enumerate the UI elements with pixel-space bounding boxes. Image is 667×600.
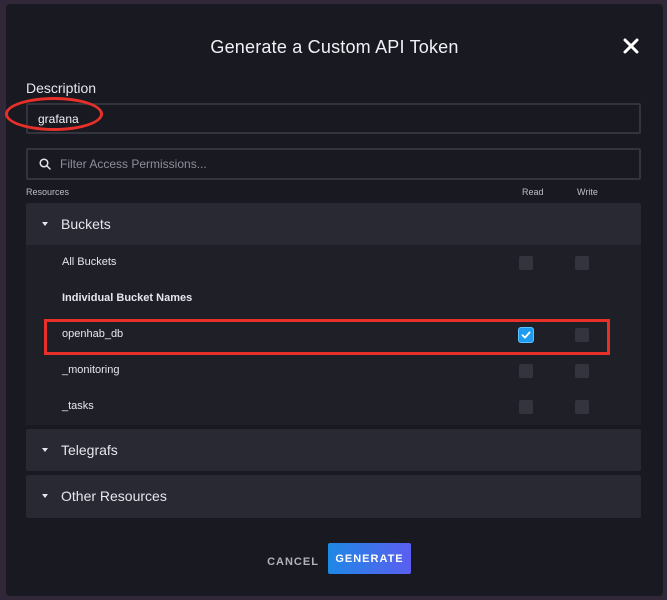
- bucket-row-label: All Buckets: [62, 256, 117, 268]
- individual-bucket-names-header: Individual Bucket Names: [26, 281, 641, 317]
- individual-bucket-names-label: Individual Bucket Names: [62, 292, 193, 304]
- buckets-section: Buckets All Buckets Individual Bucket Na…: [26, 203, 641, 425]
- description-label: Description: [26, 80, 97, 96]
- generate-token-dialog: Generate a Custom API Token Description …: [6, 4, 663, 596]
- write-checkbox[interactable]: [575, 364, 589, 378]
- read-column-header: Read: [522, 187, 544, 197]
- buckets-section-toggle[interactable]: Buckets: [26, 203, 641, 245]
- write-checkbox[interactable]: [575, 328, 589, 342]
- telegrafs-section: Telegrafs: [26, 429, 641, 471]
- generate-button[interactable]: GENERATE: [328, 543, 411, 574]
- description-input[interactable]: [26, 103, 641, 134]
- bucket-row-all-buckets: All Buckets: [26, 245, 641, 281]
- close-button[interactable]: [620, 35, 642, 57]
- bucket-row-openhab-db: openhab_db: [26, 317, 641, 353]
- bucket-row-tasks: _tasks: [26, 389, 641, 425]
- read-checkbox[interactable]: [519, 256, 533, 270]
- write-column-header: Write: [577, 187, 598, 197]
- close-icon: [623, 38, 639, 54]
- bucket-row-label: _tasks: [62, 400, 94, 412]
- other-resources-section-title: Other Resources: [61, 488, 167, 504]
- caret-down-icon: [42, 448, 48, 452]
- filter-permissions-input[interactable]: [60, 150, 620, 178]
- read-checkbox[interactable]: [519, 400, 533, 414]
- read-checkbox[interactable]: [519, 364, 533, 378]
- write-checkbox[interactable]: [575, 400, 589, 414]
- dialog-title: Generate a Custom API Token: [210, 37, 459, 57]
- read-checkbox[interactable]: [519, 328, 533, 342]
- telegrafs-section-title: Telegrafs: [61, 442, 118, 458]
- telegrafs-section-toggle[interactable]: Telegrafs: [26, 429, 641, 471]
- other-resources-section-toggle[interactable]: Other Resources: [26, 475, 641, 517]
- filter-permissions-field[interactable]: [26, 148, 641, 180]
- write-checkbox[interactable]: [575, 256, 589, 270]
- bucket-row-label: openhab_db: [62, 328, 124, 340]
- bucket-row-monitoring: _monitoring: [26, 353, 641, 389]
- resources-column-header: Resources: [26, 187, 70, 197]
- bucket-row-label: _monitoring: [62, 364, 120, 376]
- search-icon: [39, 158, 51, 170]
- buckets-list: All Buckets Individual Bucket Names open…: [26, 245, 641, 425]
- buckets-section-title: Buckets: [61, 216, 111, 232]
- checkmark-icon: [521, 331, 531, 339]
- cancel-button[interactable]: CANCEL: [258, 550, 328, 574]
- caret-down-icon: [42, 494, 48, 498]
- other-resources-section: Other Resources: [26, 475, 641, 518]
- caret-down-icon: [42, 222, 48, 226]
